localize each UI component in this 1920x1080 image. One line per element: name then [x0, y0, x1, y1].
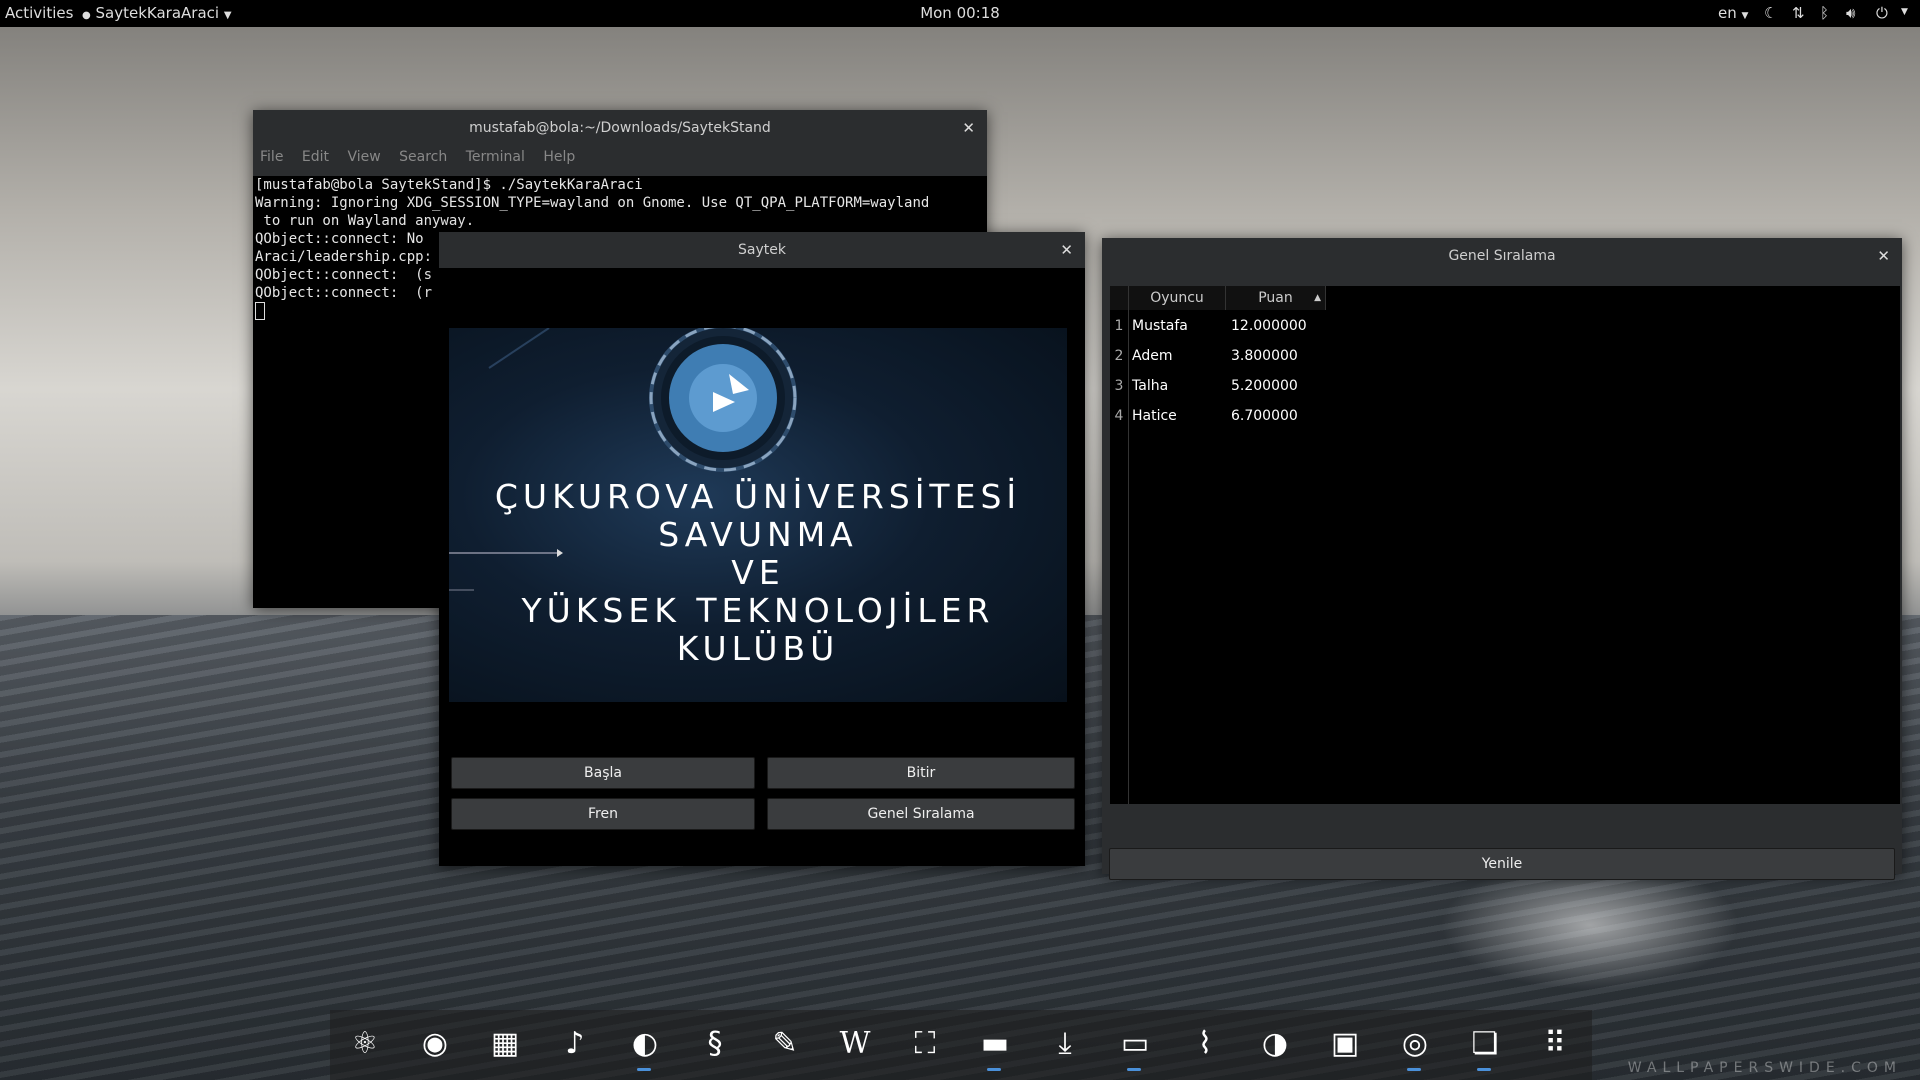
banner-line: SAVUNMA	[658, 515, 858, 554]
score-cell[interactable]: 3.800000	[1231, 348, 1298, 364]
player-cell[interactable]: Talha	[1132, 378, 1168, 394]
table-row[interactable]: 2 Adem 3.800000	[1110, 342, 1900, 372]
score-cell[interactable]: 6.700000	[1231, 408, 1298, 424]
pen-icon[interactable]: ✎	[765, 1024, 805, 1064]
night-light-icon[interactable]: ☾	[1764, 4, 1777, 22]
leaderboard-content: Oyuncu Puan ▲ 1 Mustafa 12.000000 2 Adem…	[1102, 274, 1902, 880]
folder-icon[interactable]: ▬	[975, 1024, 1015, 1064]
chrome-icon[interactable]: ◎	[1395, 1024, 1435, 1064]
saytek-titlebar[interactable]: Saytek ✕	[439, 232, 1085, 268]
running-indicator	[1407, 1068, 1421, 1071]
network-icon[interactable]: ⇅	[1792, 4, 1805, 22]
wallpaper-watermark: WALLPAPERSWIDE.COM	[1627, 1060, 1902, 1076]
running-indicator	[1477, 1068, 1491, 1071]
terminal-line: [mustafab@bola SaytekStand]$ ./SaytekKar…	[255, 177, 643, 193]
toggle-icon[interactable]: ◑	[1255, 1024, 1295, 1064]
refresh-button[interactable]: Yenile	[1109, 848, 1895, 880]
bluetooth-icon[interactable]: ᛒ	[1820, 4, 1829, 22]
music-note-icon[interactable]: ♪	[555, 1024, 595, 1064]
language-label: en	[1718, 4, 1737, 22]
chevron-down-icon[interactable]: ▼	[1901, 7, 1908, 17]
row-number: 1	[1114, 318, 1124, 334]
table-row[interactable]: 4 Hatice 6.700000	[1110, 402, 1900, 432]
saytek-content: ÇUKUROVA ÜNİVERSİTESİ SAVUNMA VE YÜKSEK …	[439, 268, 1085, 866]
running-indicator	[1127, 1068, 1141, 1071]
dock: ⚛ ◉ ▦ ♪ ◐ § ✎ W ⛶ ▬ ⤓ ▭ ⌇ ◑ ▣ ◎ ❏ ⠿	[330, 1010, 1592, 1080]
table-corner	[1110, 286, 1129, 310]
menu-file[interactable]: File	[260, 149, 283, 165]
finish-button[interactable]: Bitir	[767, 757, 1075, 789]
column-header-player[interactable]: Oyuncu	[1129, 286, 1226, 310]
top-bar: Activities ● SaytekKaraAraci ▼ Mon 00:18…	[0, 0, 1920, 27]
player-cell[interactable]: Adem	[1132, 348, 1172, 364]
table-row[interactable]: 1 Mustafa 12.000000	[1110, 312, 1900, 342]
ranking-button[interactable]: Genel Sıralama	[767, 798, 1075, 830]
close-icon[interactable]: ✕	[1060, 232, 1073, 268]
terminal-cursor	[255, 302, 265, 320]
score-cell[interactable]: 5.200000	[1231, 378, 1298, 394]
atom-icon[interactable]: ⚛	[345, 1024, 385, 1064]
table-row[interactable]: 3 Talha 5.200000	[1110, 372, 1900, 402]
terminal-menubar: File Edit View Search Terminal Help	[253, 146, 987, 168]
screenshot-icon[interactable]: ⛶	[905, 1024, 945, 1064]
column-header-score[interactable]: Puan ▲	[1226, 286, 1326, 310]
banner-line: ÇUKUROVA ÜNİVERSİTESİ	[494, 477, 1022, 516]
system-monitor-icon[interactable]: ⌇	[1185, 1024, 1225, 1064]
club-banner: ÇUKUROVA ÜNİVERSİTESİ SAVUNMA VE YÜKSEK …	[449, 328, 1067, 702]
row-number: 2	[1114, 348, 1124, 364]
player-cell[interactable]: Hatice	[1132, 408, 1177, 424]
w-letter-icon[interactable]: W	[835, 1024, 875, 1064]
clock[interactable]: Mon 00:18	[0, 4, 1920, 22]
terminal-line: Warning: Ignoring XDG_SESSION_TYPE=wayla…	[255, 195, 930, 211]
terminal-line: to run on Wayland anyway.	[255, 213, 475, 229]
firefox-icon[interactable]: ◐	[625, 1024, 665, 1064]
chevron-down-icon: ▼	[1741, 11, 1749, 21]
drive-icon[interactable]: ▣	[1325, 1024, 1365, 1064]
ranking-table[interactable]: Oyuncu Puan ▲ 1 Mustafa 12.000000 2 Adem…	[1110, 286, 1900, 804]
saytek-title: Saytek	[738, 242, 786, 258]
running-indicator	[987, 1068, 1001, 1071]
power-icon[interactable]: ⏻	[1876, 4, 1888, 22]
row-number: 4	[1114, 408, 1124, 424]
column-header-score-label: Puan	[1258, 290, 1293, 306]
language-indicator[interactable]: en ▼	[1718, 4, 1748, 22]
club-name: ÇUKUROVA ÜNİVERSİTESİ SAVUNMA VE YÜKSEK …	[449, 478, 1067, 668]
player-cell[interactable]: Mustafa	[1132, 318, 1188, 334]
app-grid-icon[interactable]: ⠿	[1535, 1024, 1575, 1064]
menu-edit[interactable]: Edit	[302, 149, 329, 165]
disc-icon[interactable]: ◉	[415, 1024, 455, 1064]
brake-button[interactable]: Fren	[451, 798, 755, 830]
terminal-title: mustafab@bola:~/Downloads/SaytekStand	[469, 120, 771, 136]
banner-line: KULÜBÜ	[676, 629, 840, 668]
score-cell[interactable]: 12.000000	[1231, 318, 1307, 334]
banner-line: VE	[731, 553, 785, 592]
sort-ascending-icon: ▲	[1314, 293, 1321, 303]
saytek-window: Saytek ✕ ÇUKUROVA ÜNİVERSİTESİ SAVUNMA V…	[439, 232, 1085, 866]
row-number: 3	[1114, 378, 1124, 394]
running-indicator	[637, 1068, 651, 1071]
close-icon[interactable]: ✕	[1877, 238, 1890, 274]
book-icon[interactable]: ❏	[1465, 1024, 1505, 1064]
leaderboard-titlebar[interactable]: Genel Sıralama ✕	[1102, 238, 1902, 274]
start-button[interactable]: Başla	[451, 757, 755, 789]
leaderboard-window: Genel Sıralama ✕ Oyuncu Puan ▲ 1 Mustafa…	[1102, 238, 1902, 880]
menu-help[interactable]: Help	[543, 149, 575, 165]
banner-line: YÜKSEK TEKNOLOJİLER	[521, 591, 995, 630]
menu-view[interactable]: View	[347, 149, 380, 165]
terminal-icon[interactable]: ▭	[1115, 1024, 1155, 1064]
leaderboard-title: Genel Sıralama	[1448, 248, 1556, 264]
volume-icon[interactable]: 🔊︎	[1846, 4, 1855, 22]
calculator-icon[interactable]: ▦	[485, 1024, 525, 1064]
menu-terminal[interactable]: Terminal	[466, 149, 525, 165]
menu-search[interactable]: Search	[399, 149, 447, 165]
download-icon[interactable]: ⤓	[1045, 1024, 1085, 1064]
terminal-titlebar[interactable]: mustafab@bola:~/Downloads/SaytekStand ✕	[253, 110, 987, 146]
close-icon[interactable]: ✕	[962, 110, 975, 146]
swirl-icon[interactable]: §	[695, 1024, 735, 1064]
